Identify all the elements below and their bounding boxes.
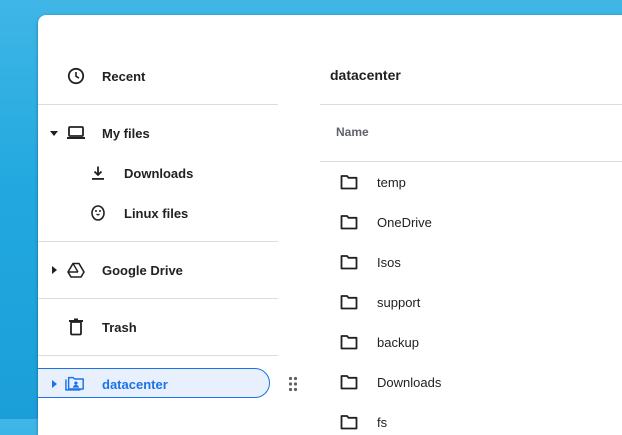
file-name: fs bbox=[377, 414, 388, 430]
sidebar-item-label: My files bbox=[102, 125, 150, 141]
shared-folder-icon bbox=[65, 374, 85, 394]
sidebar-item-label: Linux files bbox=[124, 205, 189, 221]
drive-icon bbox=[66, 260, 86, 280]
file-name: Downloads bbox=[377, 374, 442, 390]
file-name: Isos bbox=[377, 254, 401, 270]
sidebar-item-google-drive[interactable]: Google Drive bbox=[38, 254, 270, 286]
folder-icon bbox=[340, 375, 358, 390]
folder-icon bbox=[340, 215, 358, 230]
sidebar-item-linux-files[interactable]: Linux files bbox=[38, 197, 270, 229]
folder-icon bbox=[340, 255, 358, 270]
folder-icon bbox=[340, 335, 358, 350]
folder-icon bbox=[340, 415, 358, 430]
sidebar-item-label: Downloads bbox=[124, 165, 194, 181]
sidebar-divider bbox=[38, 104, 278, 105]
sidebar-resize-handle[interactable] bbox=[288, 376, 298, 397]
file-row[interactable]: temp bbox=[320, 162, 622, 202]
sidebar-item-datacenter[interactable]: datacenter bbox=[38, 368, 270, 400]
sidebar-item-label: Recent bbox=[102, 68, 146, 84]
file-name: backup bbox=[377, 334, 419, 350]
sidebar: Recent My files Downloads Linux files Go… bbox=[38, 15, 278, 435]
file-name: support bbox=[377, 294, 421, 310]
file-row[interactable]: Isos bbox=[320, 242, 622, 282]
drag-handle-icon bbox=[288, 376, 298, 392]
sidebar-item-label: Google Drive bbox=[102, 262, 183, 278]
file-row[interactable]: OneDrive bbox=[320, 202, 622, 242]
sidebar-item-trash[interactable]: Trash bbox=[38, 311, 270, 343]
file-row[interactable]: backup bbox=[320, 322, 622, 362]
folder-icon bbox=[340, 175, 358, 190]
laptop-icon bbox=[66, 123, 86, 143]
main-pane: datacenter Name temp OneDrive Isos suppo… bbox=[320, 15, 622, 435]
column-header-name[interactable]: Name bbox=[336, 125, 369, 139]
penguin-icon bbox=[88, 203, 108, 223]
folder-icon bbox=[340, 295, 358, 310]
sidebar-divider bbox=[38, 241, 278, 242]
file-name: OneDrive bbox=[377, 214, 432, 230]
expand-arrow-icon[interactable] bbox=[52, 380, 57, 388]
sidebar-item-my-files[interactable]: My files bbox=[38, 117, 270, 149]
expand-arrow-icon[interactable] bbox=[52, 266, 57, 274]
file-name: temp bbox=[377, 174, 406, 190]
file-row[interactable]: support bbox=[320, 282, 622, 322]
sidebar-divider bbox=[38, 355, 278, 356]
files-app-window: Recent My files Downloads Linux files Go… bbox=[38, 15, 622, 435]
clock-icon bbox=[66, 66, 86, 86]
download-icon bbox=[88, 163, 108, 183]
sidebar-item-label: Trash bbox=[102, 319, 137, 335]
breadcrumb[interactable]: datacenter bbox=[330, 67, 401, 83]
sidebar-item-downloads[interactable]: Downloads bbox=[38, 157, 270, 189]
file-row[interactable]: Downloads bbox=[320, 362, 622, 402]
header-divider bbox=[320, 104, 622, 105]
expand-arrow-icon[interactable] bbox=[50, 131, 58, 136]
sidebar-item-label: datacenter bbox=[102, 376, 168, 392]
sidebar-divider bbox=[38, 298, 278, 299]
trash-icon bbox=[66, 317, 86, 337]
sidebar-item-recent[interactable]: Recent bbox=[38, 60, 270, 92]
